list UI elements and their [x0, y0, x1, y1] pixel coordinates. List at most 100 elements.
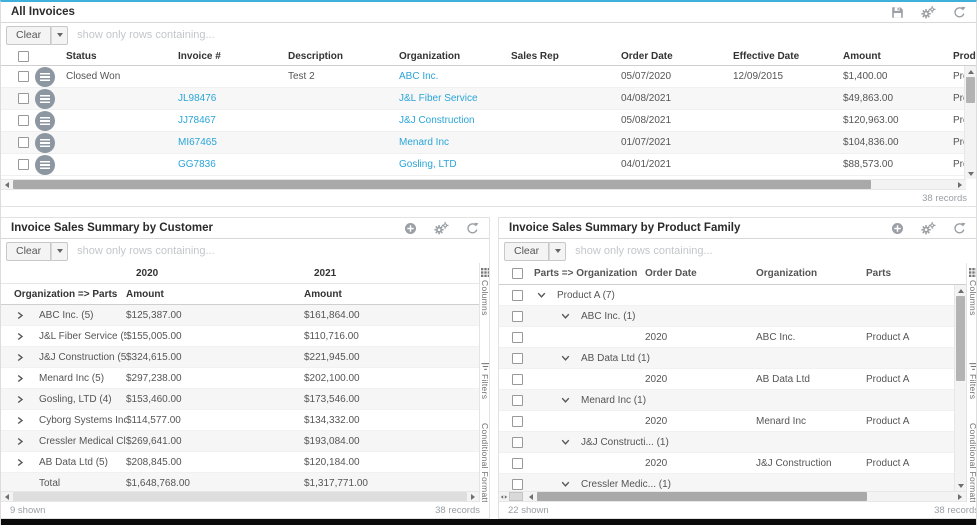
filters-tab[interactable]: Filters — [968, 362, 976, 399]
add-icon[interactable] — [891, 222, 904, 235]
horizontal-scrollbar[interactable] — [1, 491, 479, 502]
organization-link[interactable]: ABC Inc. — [756, 332, 866, 343]
row-menu-button[interactable] — [35, 88, 55, 109]
vertical-scrollbar[interactable] — [964, 66, 976, 179]
chevron-right-icon[interactable] — [16, 311, 24, 320]
scroll-right-button[interactable] — [467, 491, 479, 502]
year-2021-header[interactable]: 2021 — [304, 268, 479, 279]
conditional-formatting-tab[interactable]: Conditional Formatting — [480, 423, 489, 502]
column-header-parts-organization[interactable]: Parts => Organization — [529, 268, 644, 279]
organization-cell[interactable]: Menard Inc — [399, 137, 511, 148]
chevron-down-icon[interactable] — [561, 396, 570, 404]
gears-icon[interactable] — [921, 221, 936, 235]
organization-cell[interactable]: J&J Construction — [399, 115, 511, 126]
scroll-left-button[interactable] — [1, 179, 13, 190]
chevron-right-icon[interactable] — [16, 374, 24, 383]
filters-tab[interactable]: Filters — [480, 362, 489, 399]
chevron-right-icon[interactable] — [16, 395, 24, 404]
chevron-right-icon[interactable] — [16, 437, 24, 446]
column-header-sales-rep[interactable]: Sales Rep — [511, 51, 621, 62]
scrollbar-thumb[interactable] — [537, 492, 867, 501]
row-checkbox[interactable] — [512, 415, 523, 427]
vertical-scrollbar[interactable] — [954, 285, 966, 491]
column-header-organization[interactable]: Organization — [756, 268, 866, 279]
row-checkbox[interactable] — [512, 457, 523, 469]
column-header-description[interactable]: Description — [288, 51, 399, 62]
scroll-left-button[interactable] — [1, 491, 13, 502]
row-checkbox[interactable] — [512, 394, 523, 406]
clear-dropdown-arrow[interactable] — [549, 241, 567, 261]
column-header-product[interactable]: Product — [953, 51, 976, 62]
refresh-icon[interactable] — [466, 222, 479, 235]
clear-dropdown-arrow[interactable] — [51, 241, 69, 261]
chevron-right-icon[interactable] — [16, 416, 24, 425]
scrollbar-thumb[interactable] — [966, 77, 975, 103]
row-checkbox[interactable] — [512, 436, 523, 448]
row-checkbox[interactable] — [512, 310, 523, 322]
column-header-effective-date[interactable]: Effective Date — [733, 51, 843, 62]
column-header-parts[interactable]: Parts — [866, 268, 954, 279]
organization-link[interactable]: Menard Inc — [756, 416, 866, 427]
chevron-right-icon[interactable] — [16, 458, 24, 467]
scroll-up-button[interactable] — [955, 285, 967, 296]
organization-link[interactable]: J&J Construction — [756, 458, 866, 469]
filter-input[interactable] — [75, 244, 484, 258]
row-checkbox[interactable] — [18, 93, 29, 104]
column-header-amount-2020[interactable]: Amount — [126, 289, 304, 300]
column-header-amount[interactable]: Amount — [843, 51, 953, 62]
clear-dropdown-arrow[interactable] — [51, 25, 69, 45]
column-header-invoice[interactable]: Invoice # — [178, 51, 288, 62]
gears-icon[interactable] — [921, 5, 936, 19]
organization-cell[interactable]: J&L Fiber Service — [399, 93, 511, 104]
scroll-down-button[interactable] — [955, 480, 967, 491]
row-checkbox[interactable] — [512, 352, 523, 364]
column-header-status[interactable]: Status — [66, 51, 178, 62]
row-checkbox[interactable] — [18, 159, 29, 170]
column-header-order-date[interactable]: Order Date — [644, 268, 756, 279]
scroll-left-button[interactable] — [525, 491, 537, 502]
organization-cell[interactable]: Gosling, LTD — [399, 159, 511, 170]
clear-filter-button[interactable]: Clear — [6, 25, 52, 45]
scrollbar-thumb[interactable] — [13, 180, 871, 189]
row-menu-button[interactable] — [35, 132, 55, 153]
filter-input[interactable] — [75, 28, 971, 42]
scrollbar-thumb[interactable] — [13, 492, 467, 501]
columns-tab[interactable]: Columns — [480, 268, 489, 316]
organization-cell[interactable]: ABC Inc. — [399, 71, 511, 82]
clear-filter-button[interactable]: Clear — [6, 241, 52, 261]
row-menu-button[interactable] — [35, 66, 55, 87]
invoice-cell[interactable]: JL98476 — [178, 93, 288, 104]
gears-icon[interactable] — [434, 221, 449, 235]
row-checkbox[interactable] — [512, 373, 523, 385]
row-checkbox[interactable] — [512, 331, 523, 343]
column-header-organization[interactable]: Organization — [399, 51, 511, 62]
select-all-checkbox[interactable] — [512, 268, 523, 279]
organization-link[interactable]: AB Data Ltd — [756, 374, 866, 385]
pane-splitter-arrows[interactable] — [499, 494, 509, 500]
column-header-amount-2021[interactable]: Amount — [304, 289, 479, 300]
chevron-down-icon[interactable] — [537, 291, 546, 299]
row-checkbox[interactable] — [18, 137, 29, 148]
save-icon[interactable] — [891, 6, 904, 19]
chevron-down-icon[interactable] — [561, 312, 570, 320]
chevron-down-icon[interactable] — [561, 480, 570, 488]
clear-filter-button[interactable]: Clear — [504, 241, 550, 261]
scroll-up-button[interactable] — [965, 66, 977, 77]
year-2020-header[interactable]: 2020 — [126, 268, 304, 279]
columns-tab[interactable]: Columns — [968, 268, 976, 316]
chevron-down-icon[interactable] — [561, 438, 570, 446]
horizontal-scrollbar[interactable] — [499, 491, 966, 502]
invoice-cell[interactable]: MI67465 — [178, 137, 288, 148]
scroll-right-button[interactable] — [954, 491, 966, 502]
filter-input[interactable] — [573, 244, 971, 258]
chevron-right-icon[interactable] — [16, 353, 24, 362]
refresh-icon[interactable] — [953, 6, 966, 19]
row-checkbox[interactable] — [512, 478, 523, 490]
column-header-organization-parts[interactable]: Organization => Parts — [1, 289, 126, 300]
horizontal-scrollbar[interactable] — [1, 179, 966, 190]
refresh-icon[interactable] — [953, 222, 966, 235]
invoice-cell[interactable]: GG7836 — [178, 159, 288, 170]
row-menu-button[interactable] — [35, 154, 55, 175]
add-icon[interactable] — [404, 222, 417, 235]
row-checkbox[interactable] — [512, 289, 523, 301]
